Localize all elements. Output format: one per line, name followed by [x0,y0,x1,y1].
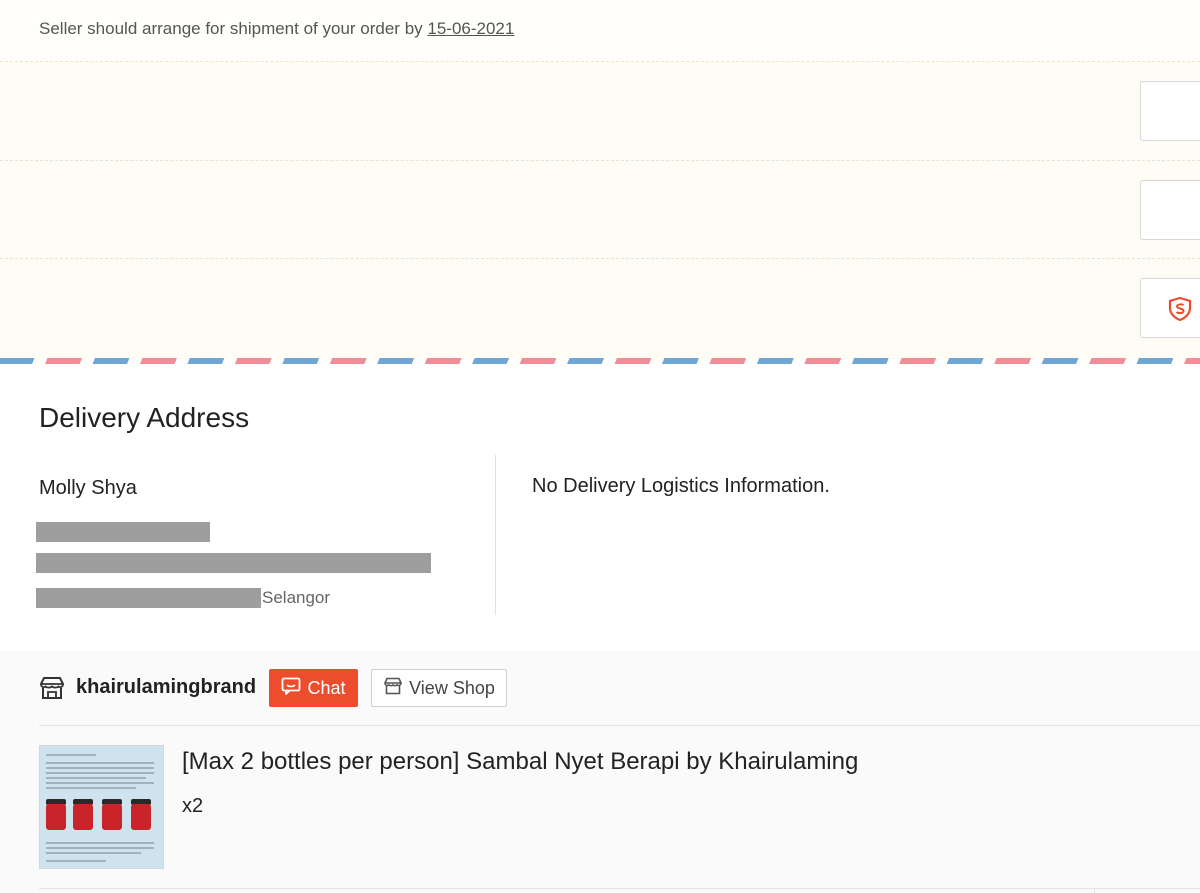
column-divider [1094,888,1095,893]
product-title[interactable]: [Max 2 bottles per person] Sambal Nyet B… [182,748,858,776]
view-shop-label: View Shop [409,677,495,698]
product-thumbnail[interactable] [39,745,164,869]
row-divider [0,258,1200,259]
shipment-notice: Seller should arrange for shipment of yo… [0,0,1200,62]
side-action-button[interactable] [1140,81,1200,141]
shield-icon [1167,296,1193,327]
delivery-address-title: Delivery Address [39,402,250,433]
side-action-button[interactable] [1140,180,1200,240]
store-icon [39,676,65,705]
view-shop-button[interactable]: View Shop [371,669,507,707]
order-status-panel [0,62,1200,359]
redacted-address-line [36,588,261,608]
logistics-message: No Delivery Logistics Information. [532,475,830,497]
shipment-deadline-date[interactable]: 15-06-2021 [427,19,514,38]
redacted-address-line [36,553,431,573]
store-icon [383,677,403,700]
shop-section: khairulamingbrand Chat View Shop [Max 2 … [0,651,1200,893]
row-divider [0,160,1200,161]
recipient-name: Molly Shya [39,477,137,499]
redacted-phone [36,522,210,542]
shipment-notice-text: Seller should arrange for shipment of yo… [39,19,514,39]
shipment-notice-label: Seller should arrange for shipment of yo… [39,19,428,38]
section-divider [39,888,1200,889]
delivery-address-section: Delivery Address Molly Shya Selangor No … [0,364,1200,651]
shop-name[interactable]: khairulamingbrand [76,676,256,699]
address-divider [495,455,496,615]
chat-button-label: Chat [307,677,346,698]
shopee-guarantee-button[interactable] [1140,278,1200,338]
shop-divider [39,725,1200,726]
chat-button[interactable]: Chat [269,669,358,707]
chat-icon [281,677,301,700]
product-quantity: x2 [182,795,204,817]
address-state: Selangor [262,588,331,607]
